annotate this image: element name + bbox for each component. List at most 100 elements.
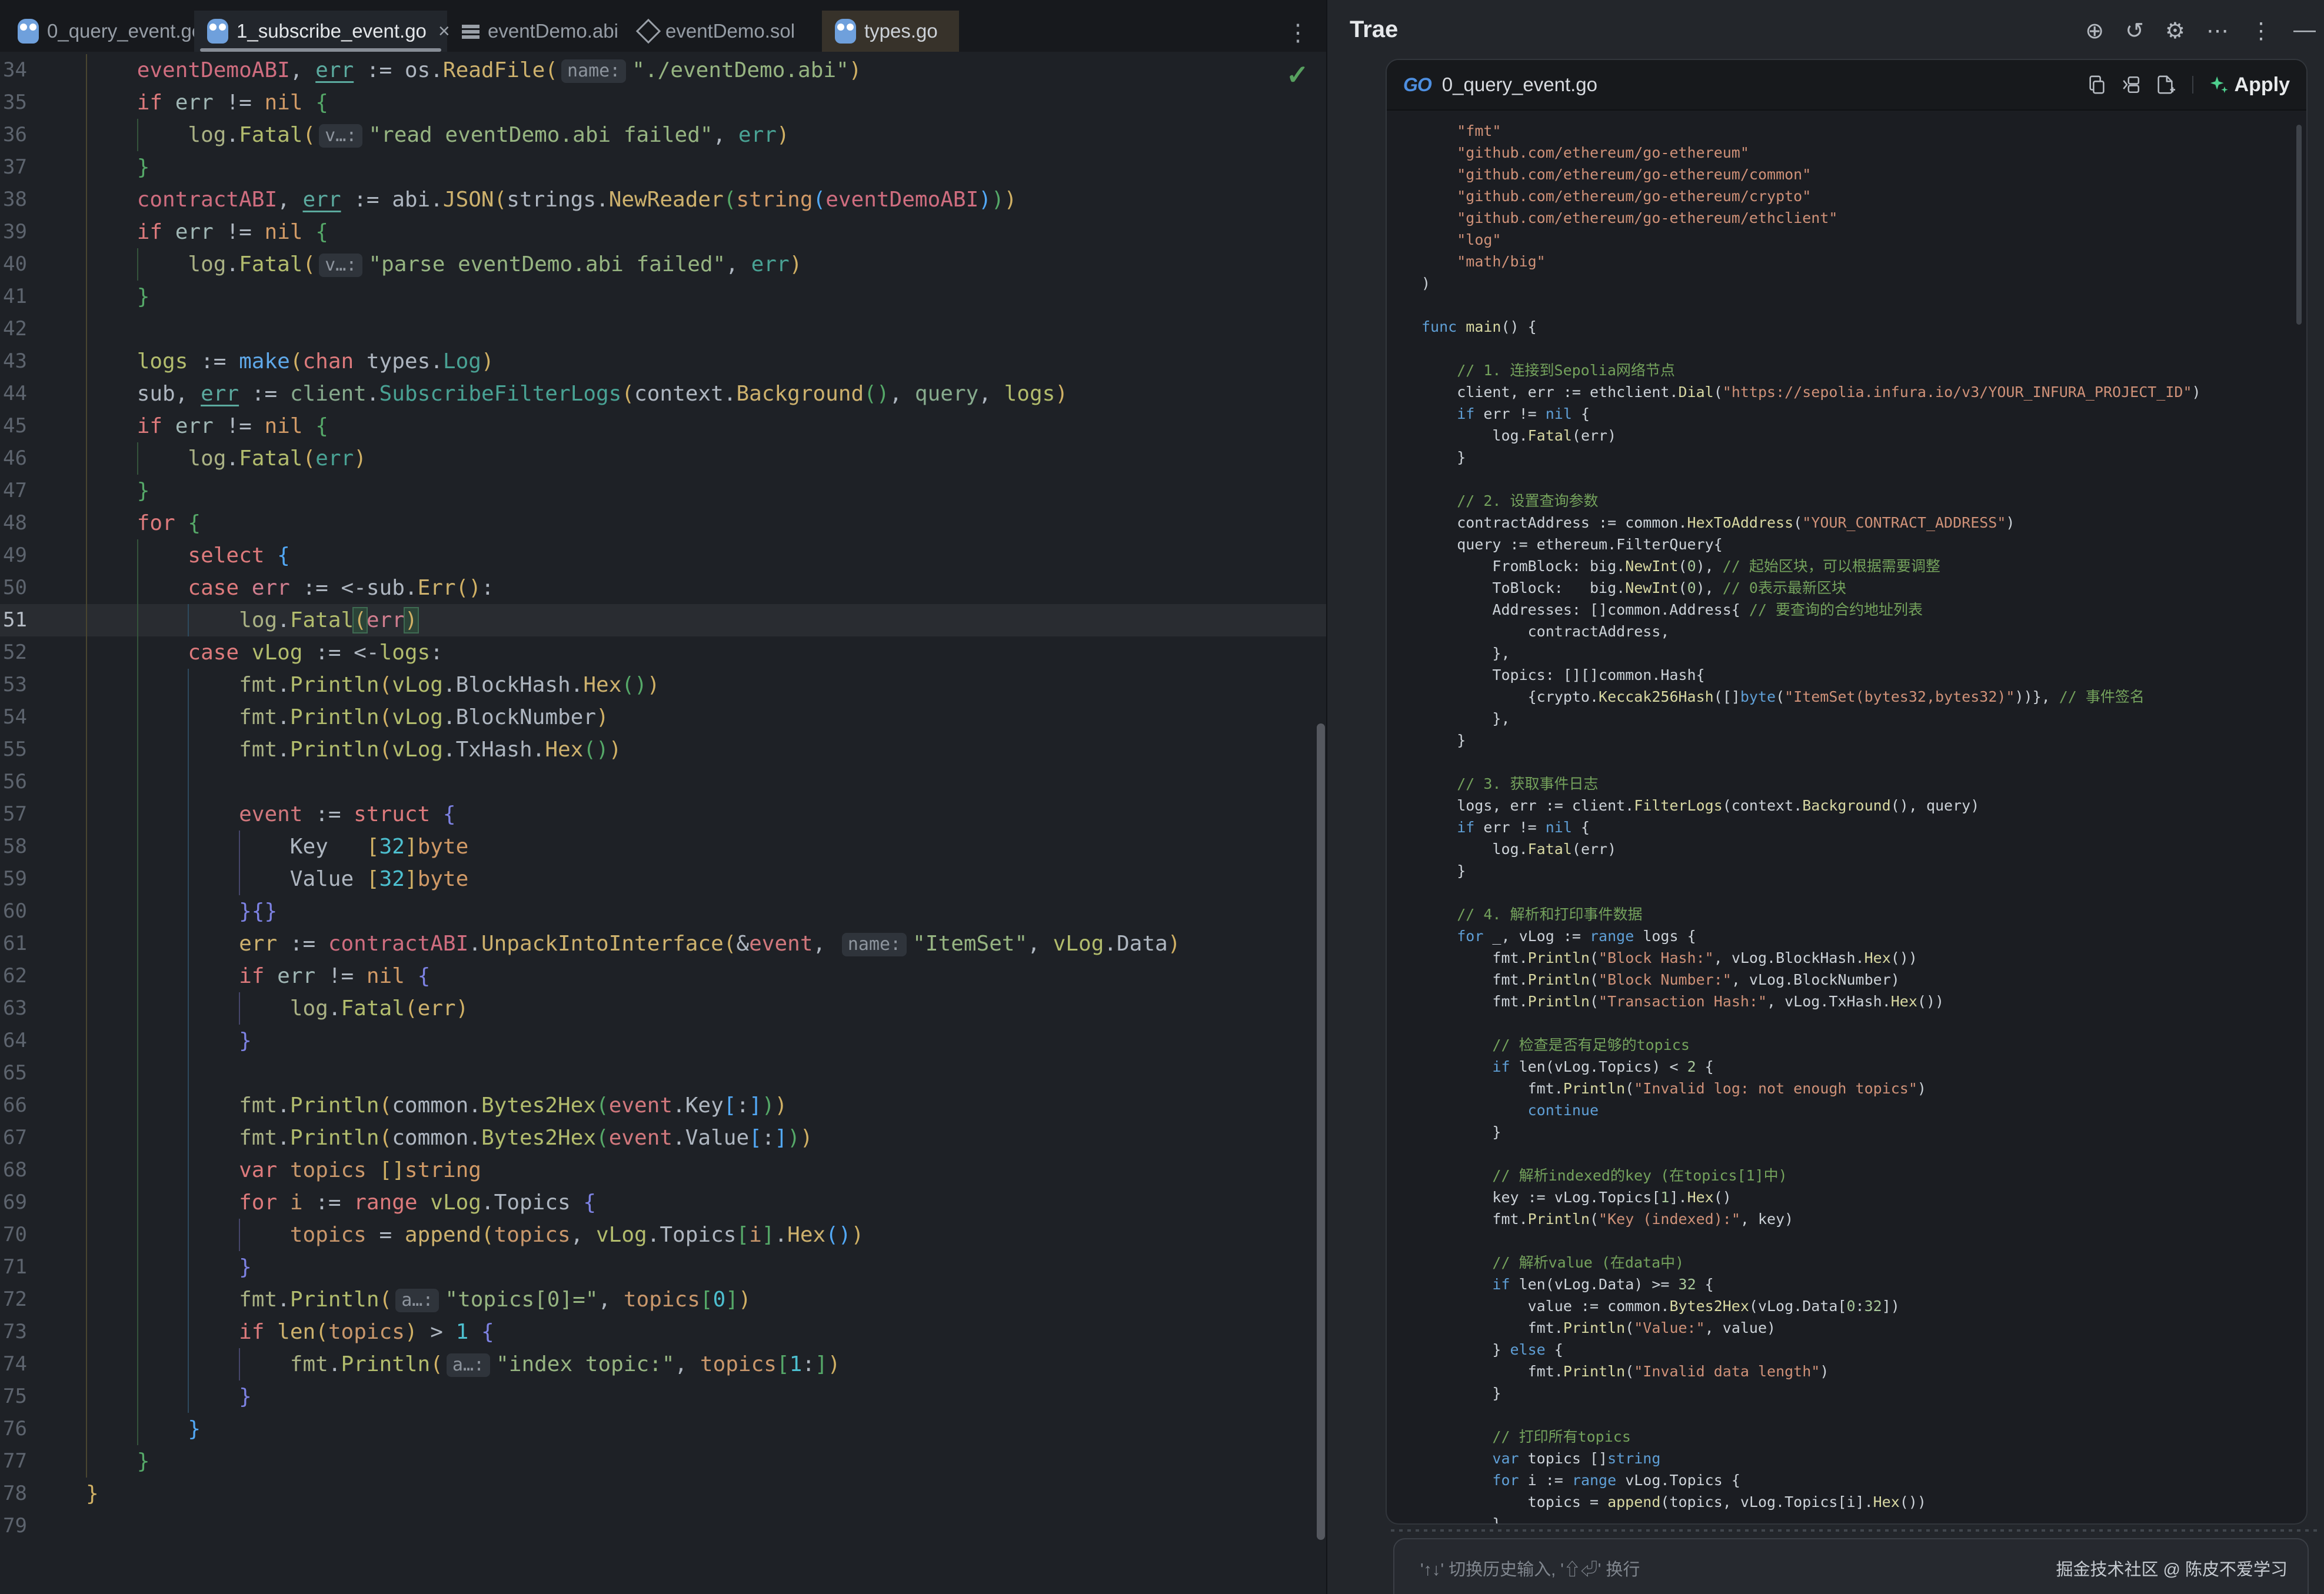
panel-code-line: "github.com/ethereum/go-ethereum/crypto" bbox=[1421, 185, 1811, 207]
code-text: for i := range vLog.Topics { bbox=[86, 1186, 596, 1219]
panel-code-line: } bbox=[1421, 1121, 1501, 1143]
line-number: 64 bbox=[0, 1025, 27, 1057]
panel-code-line: fmt.Println("Value:", value) bbox=[1421, 1317, 1776, 1339]
line-number: 43 bbox=[0, 345, 27, 378]
code-block-body[interactable]: "fmt" "github.com/ethereum/go-ethereum" … bbox=[1387, 111, 2306, 1523]
kebab-menu-icon[interactable]: ⋮ bbox=[2250, 18, 2272, 44]
inline-hint-chip: name: bbox=[561, 59, 626, 83]
apply-button[interactable]: Apply bbox=[2209, 74, 2290, 96]
panel-code-line: fmt.Println("Block Hash:", vLog.BlockHas… bbox=[1421, 947, 1917, 969]
panel-code-line: if len(vLog.Data) >= 32 { bbox=[1421, 1273, 1714, 1295]
code-text: if err != nil { bbox=[86, 216, 328, 248]
code-text: } bbox=[86, 281, 149, 313]
line-number: 67 bbox=[0, 1122, 27, 1154]
code-text: contractABI, err := abi.JSON(strings.New… bbox=[86, 184, 1017, 216]
panel-code-line: fmt.Println("Transaction Hash:", vLog.Tx… bbox=[1421, 991, 1944, 1012]
tab-eventDemo.abi[interactable]: eventDemo.abi bbox=[449, 11, 625, 52]
code-text: select { bbox=[86, 539, 290, 572]
panel-code-line: key := vLog.Topics[1].Hex() bbox=[1421, 1186, 1732, 1208]
copy-icon[interactable] bbox=[2085, 73, 2109, 96]
editor-line-65: 65 bbox=[0, 1057, 1326, 1089]
editor-line-71: 71 } bbox=[0, 1251, 1326, 1283]
panel-code-line: // 1. 连接到Sepolia网络节点 bbox=[1421, 359, 1675, 381]
editor-line-45: 45 if err != nil { bbox=[0, 410, 1326, 442]
panel-code-line: if err != nil { bbox=[1421, 816, 1590, 838]
new-chat-icon[interactable]: ⊕ bbox=[2085, 18, 2104, 44]
code-text: case err := <-sub.Err(): bbox=[86, 572, 494, 604]
editor-line-72: 72 fmt.Println(a…:"topics[0]=", topics[0… bbox=[0, 1283, 1326, 1316]
panel-code-line: func main() { bbox=[1421, 316, 1537, 338]
editor-line-49: 49 select { bbox=[0, 539, 1326, 572]
editor-line-48: 48 for { bbox=[0, 507, 1326, 539]
code-text: fmt.Println(vLog.BlockNumber) bbox=[86, 701, 609, 733]
panel-resize-grip[interactable] bbox=[1391, 1529, 2320, 1532]
code-text: if err != nil { bbox=[86, 410, 328, 442]
close-tab-icon[interactable]: × bbox=[438, 20, 450, 43]
code-text: if err != nil { bbox=[86, 960, 430, 992]
editor-line-40: 40 log.Fatal(v…:"parse eventDemo.abi fai… bbox=[0, 248, 1326, 281]
indent-guide bbox=[137, 1057, 138, 1089]
code-text: fmt.Println(common.Bytes2Hex(event.Key[:… bbox=[86, 1089, 787, 1122]
sol-file-icon bbox=[636, 19, 661, 44]
code-text: fmt.Println(a…:"index topic:", topics[1:… bbox=[86, 1348, 840, 1380]
code-text: var topics []string bbox=[86, 1154, 481, 1186]
line-number: 65 bbox=[0, 1057, 27, 1089]
editor-scrollbar[interactable] bbox=[1317, 723, 1325, 1540]
history-icon[interactable]: ↺ bbox=[2125, 18, 2144, 44]
editor-line-78: 78} bbox=[0, 1478, 1326, 1510]
inline-hint-chip: v…: bbox=[319, 124, 362, 148]
code-text: } bbox=[86, 475, 149, 507]
editor-line-52: 52 case vLog := <-logs: bbox=[0, 636, 1326, 669]
panel-code-line: // 解析value (在data中) bbox=[1421, 1252, 1684, 1273]
tab-eventDemo.sol[interactable]: eventDemo.sol bbox=[627, 11, 821, 52]
code-text: sub, err := client.SubscribeFilterLogs(c… bbox=[86, 378, 1068, 410]
collapse-panel-icon[interactable]: — bbox=[2293, 18, 2316, 44]
code-text: } bbox=[86, 1445, 149, 1478]
line-number: 60 bbox=[0, 895, 27, 928]
line-number: 38 bbox=[0, 184, 27, 216]
more-horizontal-icon[interactable]: ⋯ bbox=[2206, 18, 2229, 44]
panel-code-line: fmt.Println("Invalid data length") bbox=[1421, 1360, 1829, 1382]
code-editor[interactable]: ✓ 34 eventDemoABI, err := os.ReadFile(na… bbox=[0, 52, 1326, 1594]
editor-line-59: 59 Value [32]byte bbox=[0, 863, 1326, 895]
indent-guide bbox=[137, 766, 138, 798]
editor-line-46: 46 log.Fatal(err) bbox=[0, 442, 1326, 475]
editor-line-38: 38 contractABI, err := abi.JSON(strings.… bbox=[0, 184, 1326, 216]
code-block-scrollbar[interactable] bbox=[2296, 125, 2302, 325]
editor-line-35: 35 if err != nil { bbox=[0, 86, 1326, 119]
insert-into-file-icon[interactable] bbox=[2153, 73, 2177, 96]
tab-label: 1_subscribe_event.go bbox=[237, 20, 427, 42]
panel-code-line: ToBlock: big.NewInt(0), // 0表示最新区块 bbox=[1421, 577, 1846, 599]
line-number: 41 bbox=[0, 281, 27, 313]
settings-gear-icon[interactable]: ⚙ bbox=[2165, 18, 2185, 44]
panel-code-line: } bbox=[1421, 860, 1466, 882]
editor-line-41: 41 } bbox=[0, 281, 1326, 313]
editor-line-36: 36 log.Fatal(v…:"read eventDemo.abi fail… bbox=[0, 119, 1326, 151]
editor-line-62: 62 if err != nil { bbox=[0, 960, 1326, 992]
line-number: 57 bbox=[0, 798, 27, 831]
editor-line-54: 54 fmt.Println(vLog.BlockNumber) bbox=[0, 701, 1326, 733]
watermark-credit: 掘金技术社区 @ 陈皮不爱学习 bbox=[2056, 1556, 2288, 1580]
panel-code-line: // 4. 解析和打印事件数据 bbox=[1421, 903, 1643, 925]
panel-code-line: for _, vLog := range logs { bbox=[1421, 925, 1696, 947]
chat-input-box[interactable]: '↑↓' 切换历史输入, '⇧⏎' 换行 掘金技术社区 @ 陈皮不爱学习 bbox=[1393, 1538, 2309, 1594]
diff-compare-icon[interactable] bbox=[2119, 73, 2143, 96]
line-number: 42 bbox=[0, 313, 27, 345]
tab-bar-more-icon[interactable]: ⋮ bbox=[1286, 21, 1310, 45]
editor-line-79: 79 bbox=[0, 1510, 1326, 1542]
code-text: log.Fatal(v…:"read eventDemo.abi failed"… bbox=[86, 119, 790, 151]
tab-label: types.go bbox=[864, 20, 938, 42]
line-number: 49 bbox=[0, 539, 27, 572]
tab-types.go[interactable]: types.go bbox=[822, 11, 959, 52]
editor-line-73: 73 if len(topics) > 1 { bbox=[0, 1316, 1326, 1348]
code-text: log.Fatal(v…:"parse eventDemo.abi failed… bbox=[86, 248, 802, 281]
editor-line-47: 47 } bbox=[0, 475, 1326, 507]
editor-line-44: 44 sub, err := client.SubscribeFilterLog… bbox=[0, 378, 1326, 410]
line-number: 74 bbox=[0, 1348, 27, 1380]
code-text: case vLog := <-logs: bbox=[86, 636, 443, 669]
line-number: 71 bbox=[0, 1251, 27, 1283]
tab-1_subscribe_event.go[interactable]: 1_subscribe_event.go × bbox=[194, 11, 447, 52]
tab-0_query_event.go[interactable]: 0_query_event.go bbox=[5, 11, 192, 52]
editor-line-50: 50 case err := <-sub.Err(): bbox=[0, 572, 1326, 604]
ide-window: 0_query_event.go1_subscribe_event.go×eve… bbox=[0, 0, 2324, 1594]
